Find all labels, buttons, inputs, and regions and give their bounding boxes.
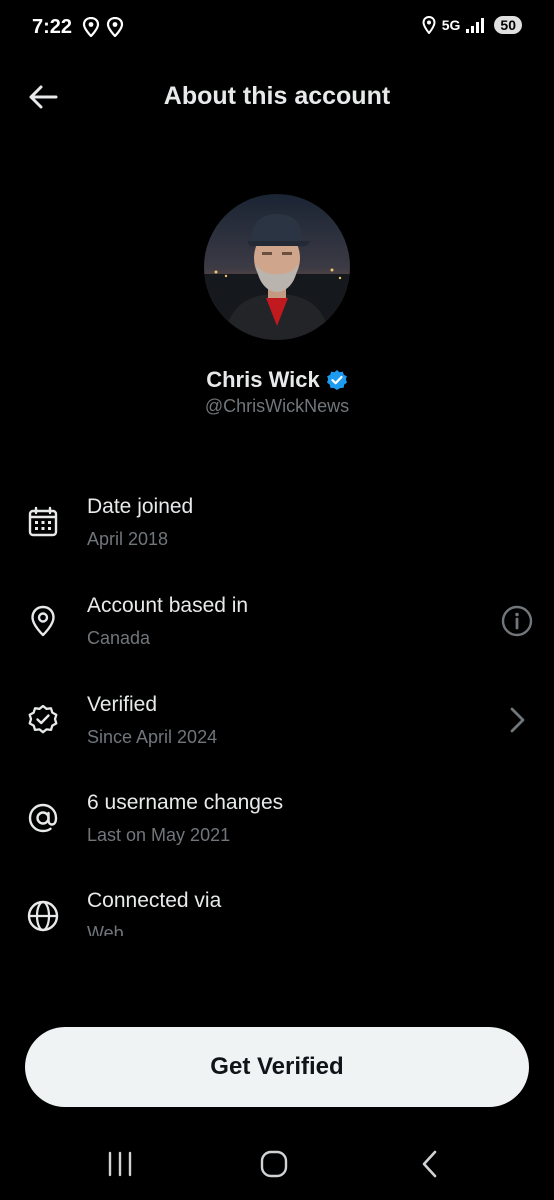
info-row-subtitle: April 2018 [87, 529, 169, 549]
info-row-account-based-in: Account based in Canada [0, 577, 554, 673]
status-bar: 7:22 5G 50 [0, 0, 554, 56]
verified-check-icon [28, 704, 58, 734]
username-handle: @ChrisWickNews [204, 396, 350, 416]
avatar-image [204, 194, 350, 340]
status-notification-icons [82, 17, 124, 37]
location-notification-icon [82, 17, 100, 37]
globe-icon [27, 900, 59, 932]
info-row-connected-via: Connected via Web [0, 872, 554, 936]
account-info-list: Date joined April 2018 Account based in … [0, 478, 554, 936]
info-icon[interactable] [500, 604, 534, 638]
signal-strength-icon [466, 18, 485, 33]
at-sign-icon [28, 803, 58, 833]
verified-badge-icon [326, 370, 347, 390]
status-system-icons: 5G 50 [422, 16, 522, 34]
profile-name-row: Chris Wick [0, 367, 554, 393]
location-pin-icon [31, 605, 55, 637]
header: About this account [0, 70, 554, 124]
battery-indicator: 50 [494, 16, 522, 34]
page-title: About this account [163, 82, 391, 110]
info-row-title: Date joined [87, 495, 194, 518]
info-row-subtitle: Since April 2024 [87, 727, 218, 747]
info-row-title: Account based in [87, 594, 249, 617]
system-back-icon[interactable] [410, 1144, 450, 1184]
info-row-title: 6 username changes [87, 791, 284, 814]
display-name: Chris Wick [206, 367, 320, 392]
calendar-icon [28, 506, 58, 537]
get-verified-button[interactable]: Get Verified [25, 1027, 529, 1107]
recent-apps-icon[interactable] [100, 1144, 140, 1184]
chevron-right-icon[interactable] [500, 703, 534, 737]
info-row-subtitle: Canada [87, 628, 151, 648]
info-row-date-joined: Date joined April 2018 [0, 478, 554, 574]
location-status-icon [422, 16, 436, 34]
location-notification-icon [106, 17, 124, 37]
info-row-subtitle: Last on May 2021 [87, 825, 231, 845]
info-row-username-changes: 6 username changes Last on May 2021 [0, 774, 554, 870]
status-time: 7:22 [32, 16, 73, 38]
info-row-title: Connected via [87, 889, 222, 912]
network-type: 5G [441, 17, 461, 33]
info-row-verified[interactable]: Verified Since April 2024 [0, 676, 554, 772]
avatar[interactable] [204, 194, 350, 340]
system-nav-bar [0, 1130, 554, 1200]
info-row-subtitle: Web [87, 923, 124, 936]
info-row-title: Verified [87, 693, 158, 716]
home-icon[interactable] [254, 1144, 294, 1184]
